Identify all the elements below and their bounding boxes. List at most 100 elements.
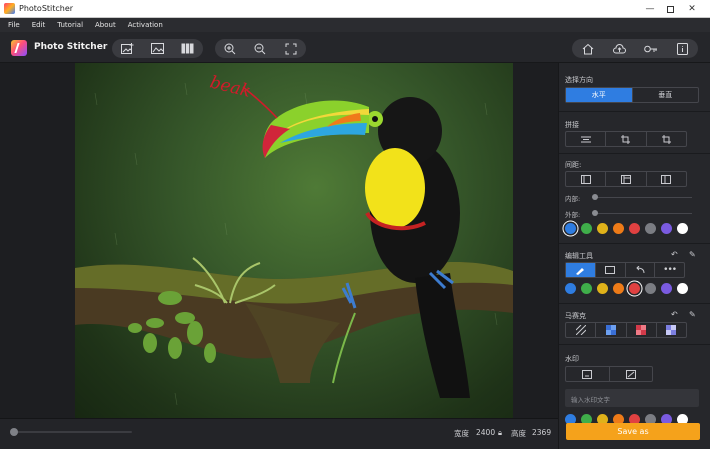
minimize-button[interactable]: — [640,0,660,18]
stitch-crop-button[interactable] [606,132,647,146]
swatch-yellow[interactable] [597,223,608,234]
toucan-photo: beak [75,72,513,406]
spacing-left-button[interactable] [566,172,607,186]
watermark-text-button[interactable] [566,367,610,381]
brush-swatch-blue[interactable] [565,283,576,294]
add-image-button[interactable] [116,40,138,57]
mosaic-purple-icon [666,325,677,335]
home-button[interactable] [577,40,599,57]
edit-tools-title: 编辑工具 [565,252,593,260]
swatch-orange[interactable] [613,223,624,234]
spacing-options [565,171,687,187]
app-window: PhotoStitcher — ✕ File Edit Tutorial Abo… [0,0,710,449]
stitch-crop-alt-button[interactable] [647,132,686,146]
info-button[interactable] [671,40,693,57]
align-icon [580,136,591,142]
direction-horizontal[interactable]: 水平 [566,88,633,102]
image-watermark-icon [625,369,636,379]
width-value: 2400 [476,428,496,437]
replace-image-button[interactable] [146,40,168,57]
watermark-text-input[interactable]: 输入水印文字 [565,389,699,407]
status-bar: 宽度 2400 🔒︎ 高度 2369 [0,418,558,449]
pen-icon [576,267,585,275]
swatch-white[interactable] [677,223,688,234]
brush-swatch-orange[interactable] [613,283,624,294]
mosaic-clear-icon[interactable]: ✎ [689,310,696,319]
watermark-options [565,366,653,382]
menu-about[interactable]: About [89,21,122,29]
outer-spacing-knob[interactable] [592,210,598,216]
inner-spacing-knob[interactable] [592,194,598,200]
height-label: 高度 [511,429,526,438]
brush-swatch-gray[interactable] [645,283,656,294]
zoom-in-button[interactable] [219,40,241,57]
stitch-align-button[interactable] [566,132,607,146]
outer-spacing-track[interactable] [592,213,692,214]
rectangle-tool-button[interactable] [596,263,626,277]
brand-name: Photo Stitcher [34,42,108,52]
zoom-slider-knob[interactable] [10,428,18,436]
mosaic-purple-button[interactable] [657,323,686,337]
direction-title: 选择方向 [565,76,593,84]
upload-button[interactable] [608,40,630,57]
menu-file[interactable]: File [0,21,26,29]
spacing-right-button[interactable] [647,172,686,186]
zoom-out-button[interactable] [249,40,271,57]
swatch-gray[interactable] [645,223,656,234]
menu-edit[interactable]: Edit [26,21,52,29]
height-value: 2369 [532,428,552,437]
clear-brush-icon[interactable]: ✎ [689,250,696,259]
zoom-slider-track[interactable] [12,431,132,433]
rectangle-icon [605,266,616,274]
frame-right-icon [661,174,672,184]
brush-swatch-yellow[interactable] [597,283,608,294]
account-tools-group [572,39,698,58]
brush-swatch-red[interactable] [629,283,640,294]
window-title: PhotoStitcher [19,4,74,13]
license-key-button[interactable] [640,40,662,57]
arrow-tool-button[interactable] [626,263,656,277]
pen-tool-button[interactable] [566,263,596,277]
mosaic-blue-button[interactable] [596,323,627,337]
hatch-icon [575,325,586,335]
swatch-green[interactable] [581,223,592,234]
columns-icon [181,43,194,54]
photo-canvas[interactable]: beak [75,63,513,418]
watermark-image-button[interactable] [610,367,653,381]
stitch-options [565,131,687,147]
mosaic-undo-icon[interactable]: ↶ [671,310,678,319]
direction-vertical[interactable]: 垂直 [633,88,699,102]
swatch-purple[interactable] [661,223,672,234]
more-tools-button[interactable]: ••• [655,263,684,277]
mosaic-title: 马赛克 [565,312,586,320]
workspace: beak [0,63,558,418]
inner-spacing-track[interactable] [592,197,692,198]
toolbar: Photo Stitcher [0,32,710,63]
settings-panel: 选择方向 水平 垂直 拼接 间距: 内部: 外部: 编辑工具 ↶ ✎ ••• 马… [558,63,710,449]
text-watermark-icon [582,369,593,379]
frame-left-icon [580,174,591,184]
brush-swatch-white[interactable] [677,283,688,294]
crop-alt-icon [661,134,671,144]
brush-swatch-green[interactable] [581,283,592,294]
spacing-center-button[interactable] [606,172,647,186]
layout-columns-button[interactable] [177,40,199,57]
swatch-red[interactable] [629,223,640,234]
brush-swatch-purple[interactable] [661,283,672,294]
undo-icon[interactable]: ↶ [671,250,678,259]
stitch-title: 拼接 [565,121,579,129]
menu-tutorial[interactable]: Tutorial [51,21,89,29]
title-bar: PhotoStitcher — ✕ [0,0,710,18]
save-as-button[interactable]: Save as [566,423,700,440]
lock-ratio-icon[interactable]: 🔒︎ [498,428,502,438]
add-image-icon [120,43,134,54]
maximize-button[interactable] [660,0,680,18]
mosaic-red-button[interactable] [627,323,657,337]
mosaic-hatch-button[interactable] [566,323,597,337]
inner-spacing-label: 内部: [565,195,581,203]
menu-activation[interactable]: Activation [122,21,169,29]
mosaic-options [565,322,687,338]
close-button[interactable]: ✕ [682,0,702,18]
swatch-blue[interactable] [565,223,576,234]
fit-screen-button[interactable] [280,40,302,57]
